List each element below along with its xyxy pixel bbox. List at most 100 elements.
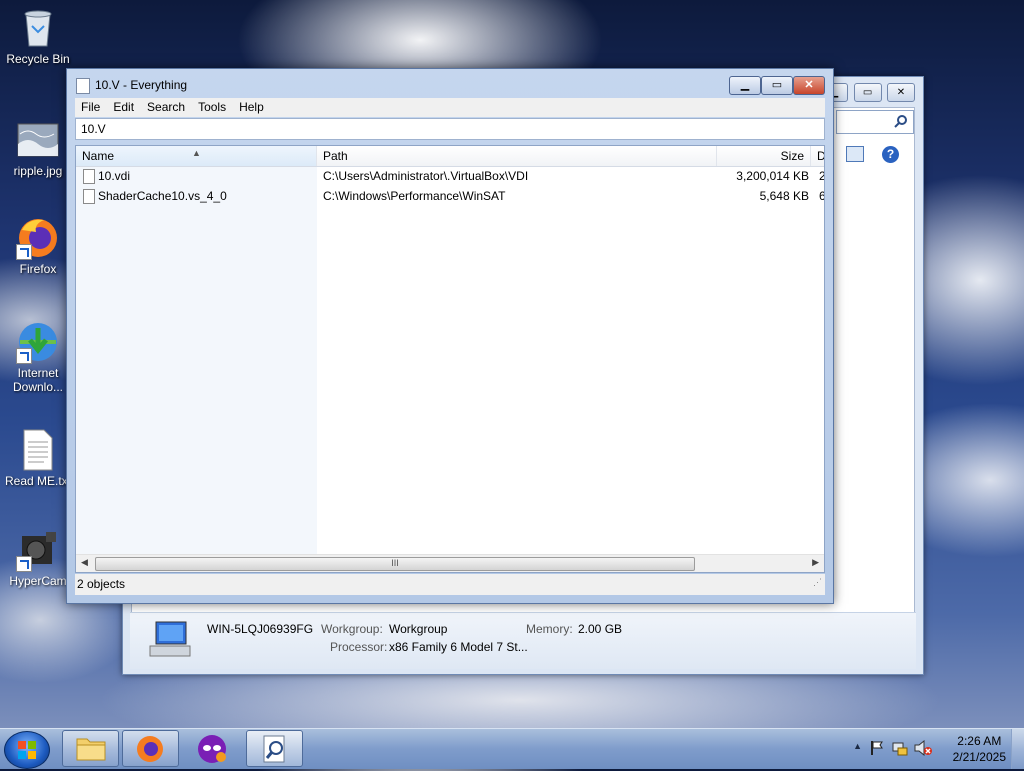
horizontal-scrollbar[interactable]: ◀ III ▶ — [76, 554, 824, 572]
close-button[interactable]: ✕ — [793, 76, 825, 95]
everything-window[interactable]: 10.V - Everything ▁ ▭ ✕ File Edit Search… — [66, 68, 834, 604]
system-clock[interactable]: 2:26 AM 2/21/2025 — [953, 733, 1006, 765]
computer-name: WIN-5LQJ06939FG — [207, 622, 314, 636]
column-header-size[interactable]: Size — [717, 146, 811, 166]
shortcut-arrow-icon — [16, 348, 32, 364]
desktop-icon-label: Internet Downlo... — [12, 366, 64, 394]
result-path: C:\Users\Administrator\.VirtualBox\VDI — [323, 169, 529, 183]
start-button[interactable] — [4, 731, 50, 769]
action-center-flag-icon[interactable] — [870, 740, 884, 759]
file-icon — [83, 189, 95, 204]
internet-download-manager-icon — [16, 320, 60, 364]
control-panel-search-box[interactable] — [836, 110, 914, 134]
text-file-icon — [16, 428, 60, 472]
title-bar[interactable]: 10.V - Everything ▁ ▭ ✕ — [67, 69, 833, 99]
menu-search[interactable]: Search — [141, 98, 192, 117]
desktop-icon-ripple-jpg[interactable]: ripple.jpg — [2, 118, 74, 178]
maximize-button[interactable]: ▭ — [853, 83, 882, 102]
column-header: Name ▲ Path Size D — [76, 146, 824, 167]
computer-icon — [148, 620, 191, 657]
name-column-highlight — [76, 166, 317, 555]
desktop-icon-readme-txt[interactable]: Read ME.txt — [2, 428, 74, 488]
result-row[interactable]: 10.vdi C:\Users\Administrator\.VirtualBo… — [76, 166, 824, 186]
mask-app-icon — [198, 735, 226, 763]
show-desktop-button[interactable] — [1011, 729, 1024, 769]
object-count: 2 objects — [77, 577, 126, 591]
desktop-icon-label: Recycle Bin — [6, 52, 70, 66]
taskbar-firefox[interactable] — [122, 730, 179, 767]
column-header-path-label: Path — [323, 149, 348, 163]
scrollbar-grip: III — [391, 558, 399, 568]
result-size: 5,648 KB — [759, 189, 809, 203]
search-input[interactable] — [76, 119, 824, 139]
change-view-icon[interactable] — [846, 146, 864, 162]
taskbar-app[interactable] — [184, 730, 241, 767]
resize-grip-icon[interactable]: ⋰ — [813, 572, 822, 593]
show-hidden-icons-button[interactable]: ▲ — [853, 741, 862, 751]
desktop-icon-label: Read ME.txt — [4, 474, 72, 488]
folder-icon — [76, 738, 106, 761]
results-list[interactable]: Name ▲ Path Size D 10.vdi C:\Users\Admini… — [75, 145, 825, 573]
column-header-size-label: Size — [780, 149, 804, 163]
taskbar-everything[interactable] — [246, 730, 303, 767]
shortcut-arrow-icon — [16, 244, 32, 260]
file-icon — [83, 169, 95, 184]
column-header-date[interactable]: D — [811, 146, 825, 166]
result-date: 2 — [819, 166, 824, 186]
minimize-button[interactable]: ▁ — [729, 76, 761, 95]
recycle-bin-icon — [16, 6, 60, 50]
memory-label: Memory: — [526, 622, 573, 636]
workgroup-value: Workgroup — [389, 622, 448, 636]
column-header-name[interactable]: Name ▲ — [76, 146, 317, 166]
column-header-date-label: D — [817, 149, 825, 163]
sort-ascending-icon: ▲ — [192, 148, 201, 158]
taskbar: ▲ 2:26 AM 2/21/2025 — [0, 728, 1024, 769]
hypercam-icon — [16, 528, 60, 572]
menu-bar: File Edit Search Tools Help — [75, 98, 825, 117]
column-header-path[interactable]: Path — [317, 146, 717, 166]
scroll-right-arrow-icon[interactable]: ▶ — [812, 557, 819, 568]
windows-logo-icon — [18, 741, 36, 759]
window-title: 10.V - Everything — [95, 78, 188, 92]
firefox-icon — [137, 736, 163, 762]
help-icon[interactable]: ? — [882, 146, 899, 163]
clock-time: 2:26 AM — [957, 734, 1002, 748]
search-icon — [894, 115, 907, 128]
desktop-icon-label: ripple.jpg — [13, 164, 63, 178]
network-icon[interactable] — [892, 740, 908, 759]
volume-muted-icon[interactable] — [914, 739, 932, 759]
result-name: ShaderCache10.vs_4_0 — [98, 189, 227, 203]
desktop-icon-label: HyperCam — [9, 574, 67, 588]
column-header-name-label: Name — [82, 149, 115, 163]
menu-file[interactable]: File — [75, 98, 107, 117]
result-name: 10.vdi — [98, 169, 131, 183]
menu-help[interactable]: Help — [233, 98, 271, 117]
taskbar-explorer[interactable] — [62, 730, 119, 767]
processor-value: x86 Family 6 Model 7 St... — [389, 640, 528, 654]
desktop-icon-firefox[interactable]: Firefox — [2, 216, 74, 276]
desktop-icon-label: Firefox — [19, 262, 57, 276]
shortcut-arrow-icon — [16, 556, 32, 572]
clock-date: 2/21/2025 — [952, 750, 1006, 764]
close-button[interactable]: ✕ — [887, 83, 915, 102]
everything-app-icon — [76, 78, 90, 94]
result-row[interactable]: ShaderCache10.vs_4_0 C:\Windows\Performa… — [76, 186, 824, 206]
memory-value: 2.00 GB — [578, 622, 623, 636]
menu-tools[interactable]: Tools — [192, 98, 233, 117]
maximize-button[interactable]: ▭ — [761, 76, 793, 95]
firefox-icon — [16, 216, 60, 260]
result-size: 3,200,014 KB — [736, 169, 809, 183]
result-path: C:\Windows\Performance\WinSAT — [323, 189, 506, 203]
search-field[interactable] — [75, 118, 825, 140]
image-file-icon — [16, 118, 60, 162]
magnifier-icon — [263, 735, 285, 763]
scroll-left-arrow-icon[interactable]: ◀ — [81, 557, 88, 568]
menu-edit[interactable]: Edit — [107, 98, 141, 117]
workgroup-label: Workgroup: — [321, 622, 383, 636]
desktop-icon-hypercam[interactable]: HyperCam — [2, 528, 74, 588]
scrollbar-thumb[interactable]: III — [95, 557, 695, 571]
desktop-icon-internet-download-manager[interactable]: Internet Downlo... — [2, 320, 74, 394]
result-date: 6 — [819, 186, 824, 206]
desktop-icon-recycle-bin[interactable]: Recycle Bin — [2, 6, 74, 66]
status-bar: 2 objects ⋰ — [75, 574, 825, 595]
